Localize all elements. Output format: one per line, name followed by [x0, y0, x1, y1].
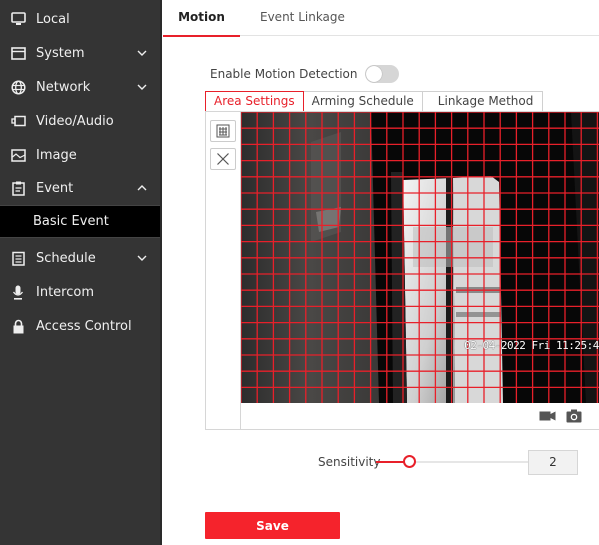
sidebar-item-label: Video/Audio: [36, 113, 114, 129]
save-button[interactable]: Save: [205, 512, 340, 539]
grid-icon: [216, 124, 230, 138]
enable-motion-label: Enable Motion Detection: [210, 67, 358, 81]
sidebar-item-system[interactable]: System: [0, 36, 160, 70]
video-frame: [241, 112, 599, 403]
sidebar-item-image[interactable]: Image: [0, 138, 160, 172]
camera-icon: [10, 113, 26, 129]
sidebar-item-event[interactable]: Event: [0, 171, 160, 205]
image-icon: [10, 147, 26, 163]
motion-sub-tabs: Area Settings Arming Schedule Linkage Me…: [205, 91, 544, 112]
drawing-toolbar: [206, 112, 241, 429]
video-camera-icon[interactable]: [539, 409, 556, 423]
osd-timestamp: 02-04-2022 Fri 11:25:43: [464, 339, 599, 352]
chevron-down-icon[interactable]: [136, 81, 148, 93]
close-icon: [217, 153, 229, 165]
tab-arming-schedule[interactable]: Arming Schedule: [303, 91, 423, 112]
video-toolbar: [241, 403, 599, 429]
sidebar-item-network[interactable]: Network: [0, 70, 160, 104]
sidebar-item-label: Event: [36, 180, 74, 196]
chevron-down-icon[interactable]: [136, 47, 148, 59]
sidebar-item-label: Schedule: [36, 250, 96, 266]
globe-icon: [10, 79, 26, 95]
monitor-icon: [10, 11, 26, 27]
enable-motion-toggle[interactable]: [365, 65, 400, 83]
sidebar-item-video-audio[interactable]: Video/Audio: [0, 104, 160, 138]
draw-grid-button[interactable]: [210, 120, 236, 142]
toggle-knob: [366, 66, 383, 82]
sensitivity-slider[interactable]: [376, 455, 541, 468]
sidebar-item-label: Local: [36, 11, 70, 27]
clear-area-button[interactable]: [210, 148, 236, 170]
area-settings-panel: 02-04-2022 Fri 11:25:43: [205, 111, 599, 430]
sidebar-item-label: Access Control: [36, 318, 132, 334]
window-icon: [10, 45, 26, 61]
sidebar-subitem-basic-event[interactable]: Basic Event: [0, 205, 160, 238]
slider-handle[interactable]: [403, 455, 416, 468]
sidebar-item-label: System: [36, 45, 85, 61]
door-handle-bar: [456, 312, 501, 317]
clipboard-icon: [10, 180, 26, 196]
tab-linkage-method[interactable]: Linkage Method: [422, 91, 544, 112]
chevron-down-icon[interactable]: [136, 252, 148, 264]
sidebar-item-access-control[interactable]: Access Control: [0, 309, 160, 343]
sidebar-item-label: Network: [36, 79, 91, 95]
lock-icon: [10, 318, 26, 334]
camera-snapshot-icon[interactable]: [566, 409, 582, 423]
live-video-canvas[interactable]: 02-04-2022 Fri 11:25:43: [241, 112, 599, 403]
sidebar-item-label: Basic Event: [33, 214, 109, 229]
sidebar-item-local[interactable]: Local: [0, 2, 160, 36]
tab-event-linkage[interactable]: Event Linkage: [260, 0, 345, 36]
sidebar: Local System Network Video/Audio Image E…: [0, 0, 162, 545]
sidebar-item-label: Intercom: [36, 284, 94, 300]
tab-bar: Motion Event Linkage: [163, 0, 599, 37]
chevron-up-icon[interactable]: [136, 182, 148, 194]
sidebar-item-intercom[interactable]: Intercom: [0, 275, 160, 309]
door-window-reflection: [413, 227, 493, 267]
microphone-icon: [10, 284, 26, 300]
sensitivity-row: Sensitivity 2: [318, 450, 580, 475]
sensitivity-label: Sensitivity: [318, 455, 381, 469]
sidebar-item-label: Image: [36, 147, 77, 163]
list-icon: [10, 250, 26, 266]
enable-motion-row: Enable Motion Detection: [210, 64, 400, 84]
sidebar-item-schedule[interactable]: Schedule: [0, 241, 160, 275]
tab-area-settings[interactable]: Area Settings: [205, 91, 304, 112]
tab-motion[interactable]: Motion: [163, 0, 240, 37]
sensitivity-value-input[interactable]: 2: [528, 450, 578, 475]
